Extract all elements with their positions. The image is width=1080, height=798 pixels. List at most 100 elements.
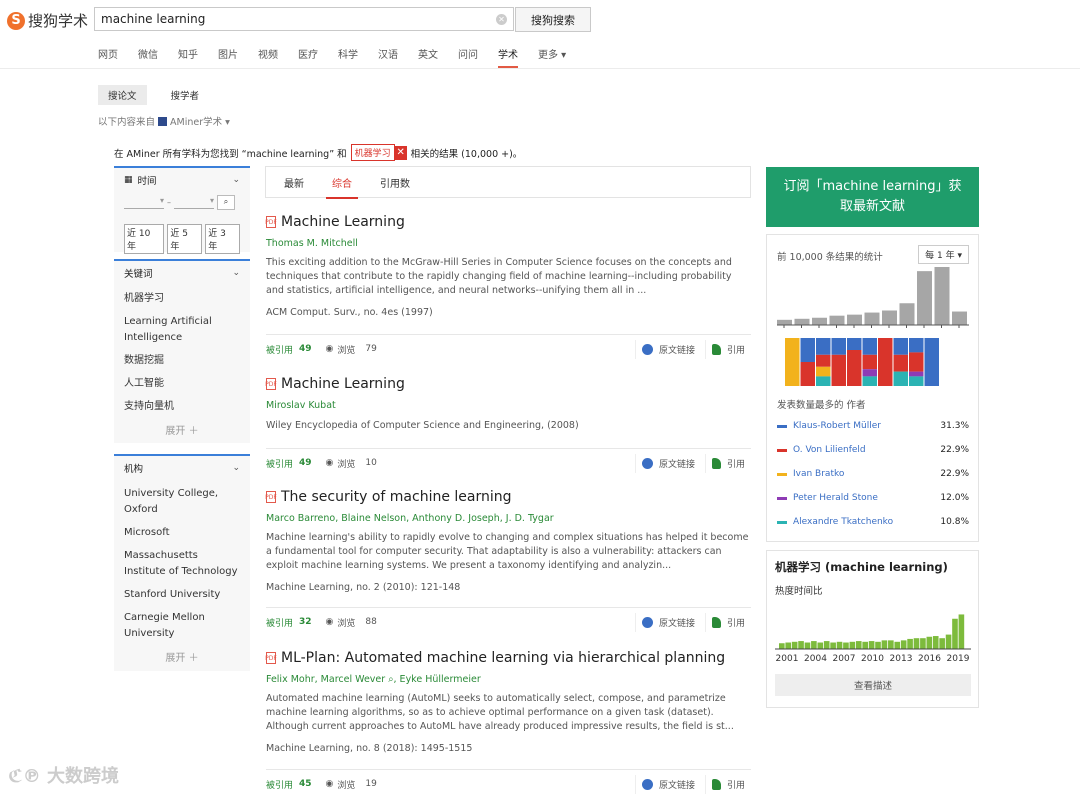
- cite-label: 引用: [726, 345, 745, 356]
- paper-authors[interactable]: Miroslav Kubat: [266, 400, 751, 411]
- author-row[interactable]: Alexandre Tkatchenko 10.8%: [777, 517, 969, 527]
- sort-relevance[interactable]: 综合: [326, 166, 358, 199]
- org-item-4[interactable]: Carnegie Mellon University: [114, 610, 250, 642]
- sort-latest[interactable]: 最新: [284, 166, 304, 198]
- author-row[interactable]: O. Von Lilienfeld 22.9%: [777, 445, 969, 455]
- pdf-icon[interactable]: PDF: [265, 216, 277, 228]
- view-description-button[interactable]: 查看描述: [775, 674, 971, 696]
- end-year-select[interactable]: ▾: [174, 196, 214, 209]
- cited-count[interactable]: 49: [299, 344, 312, 354]
- author-name[interactable]: O. Von Lilienfeld: [793, 445, 940, 455]
- chevron-down-icon[interactable]: ⌄: [232, 463, 240, 473]
- heat-bar: [791, 641, 798, 649]
- paper-authors[interactable]: Thomas M. Mitchell: [266, 238, 751, 249]
- source-link-button[interactable]: 原文链接: [634, 453, 701, 473]
- nav-item-1[interactable]: 微信: [138, 46, 178, 68]
- start-year-select[interactable]: ▾: [124, 196, 164, 209]
- header-divider: [0, 68, 1080, 69]
- logo[interactable]: S 搜狗学术: [7, 10, 88, 31]
- keyword-expand-button[interactable]: 展开 ＋: [114, 422, 250, 437]
- nav-item-8[interactable]: 英文: [418, 46, 458, 68]
- search-input[interactable]: [101, 12, 496, 26]
- cited-count[interactable]: 49: [299, 458, 312, 468]
- heat-bar: [862, 641, 868, 649]
- source-dropdown[interactable]: AMiner学术 ▾: [170, 114, 230, 128]
- nav-item-6[interactable]: 科学: [338, 46, 378, 68]
- org-item-1[interactable]: Microsoft: [114, 525, 250, 541]
- org-item-3[interactable]: Stanford University: [114, 587, 250, 603]
- paper-authors[interactable]: Marco Barreno, Blaine Nelson, Anthony D.…: [266, 513, 751, 524]
- nav-item-10[interactable]: 学术: [498, 46, 538, 68]
- cite-button[interactable]: 引用: [704, 339, 751, 359]
- nav-item-2[interactable]: 知乎: [178, 46, 218, 68]
- cite-button[interactable]: 引用: [704, 774, 751, 794]
- chevron-down-icon[interactable]: ⌄: [232, 268, 240, 278]
- nav-item-4[interactable]: 视频: [258, 46, 298, 68]
- search-button[interactable]: 搜狗搜索: [515, 7, 591, 32]
- author-row[interactable]: Ivan Bratko 22.9%: [777, 469, 969, 479]
- search-box[interactable]: ✕: [94, 7, 514, 31]
- author-name[interactable]: Ivan Bratko: [793, 469, 940, 479]
- paper-title[interactable]: ML-Plan: Automated machine learning via …: [281, 650, 725, 666]
- search-icon[interactable]: ⌕: [217, 194, 235, 210]
- cited-count[interactable]: 32: [299, 617, 312, 627]
- org-item-2[interactable]: Massachusetts Institute of Technology: [114, 548, 250, 580]
- nav-item-9[interactable]: 问问: [458, 46, 498, 68]
- chevron-down-icon[interactable]: ⌄: [232, 175, 240, 185]
- subscribe-button[interactable]: 订阅「machine learning」获取最新文献: [766, 167, 979, 227]
- keyword-item-4[interactable]: 支持向量机: [114, 399, 250, 415]
- author-percent: 12.0%: [940, 493, 969, 503]
- pdf-icon[interactable]: PDF: [265, 378, 277, 390]
- heat-bar: [836, 641, 843, 649]
- pdf-icon[interactable]: PDF: [265, 491, 277, 503]
- keyword-item-0[interactable]: 机器学习: [114, 291, 250, 307]
- cited-label[interactable]: 被引用: [266, 616, 293, 629]
- source-link-button[interactable]: 原文链接: [634, 774, 701, 794]
- author-row[interactable]: Klaus-Robert Müller 31.3%: [777, 421, 969, 431]
- stats-title: 前 10,000 条结果的统计: [777, 252, 883, 263]
- source-link-button[interactable]: 原文链接: [634, 612, 701, 632]
- paper-title[interactable]: Machine Learning: [281, 214, 405, 230]
- tab-search-scholars[interactable]: 搜学者: [161, 85, 210, 105]
- cited-count[interactable]: 45: [299, 779, 312, 789]
- nav-item-11[interactable]: 更多 ▾: [538, 46, 578, 68]
- clear-icon[interactable]: ✕: [496, 13, 507, 25]
- cite-button[interactable]: 引用: [704, 612, 751, 632]
- author-percent: 31.3%: [940, 421, 969, 431]
- filter-3-years[interactable]: 近 3 年: [205, 224, 240, 254]
- nav-item-0[interactable]: 网页: [98, 46, 138, 68]
- heat-bar: [785, 642, 792, 649]
- remove-tag-icon[interactable]: ✕: [394, 145, 407, 160]
- year-interval-select[interactable]: 每 1 年 ▾: [918, 245, 969, 264]
- nav-item-7[interactable]: 汉语: [378, 46, 418, 68]
- source-link-button[interactable]: 原文链接: [634, 339, 701, 359]
- keyword-item-1[interactable]: Learning Artificial Intelligence: [114, 314, 250, 346]
- org-expand-button[interactable]: 展开 ＋: [114, 649, 250, 664]
- paper-authors[interactable]: Felix Mohr, Marcel Wever ⌕, Eyke Hüllerm…: [266, 674, 751, 685]
- view-label: 浏览: [337, 345, 356, 356]
- keyword-item-2[interactable]: 数据挖掘: [114, 353, 250, 369]
- cited-label[interactable]: 被引用: [266, 457, 293, 470]
- cite-button[interactable]: 引用: [704, 453, 751, 473]
- filter-5-years[interactable]: 近 5 年: [167, 224, 203, 254]
- nav-item-5[interactable]: 医疗: [298, 46, 338, 68]
- author-name[interactable]: Alexandre Tkatchenko: [793, 517, 940, 527]
- nav-item-3[interactable]: 图片: [218, 46, 258, 68]
- paper-venue: Machine Learning, no. 8 (2018): 1495-151…: [266, 743, 473, 754]
- tab-search-papers[interactable]: 搜论文: [98, 85, 147, 105]
- cited-label[interactable]: 被引用: [266, 778, 293, 791]
- author-row[interactable]: Peter Herald Stone 12.0%: [777, 493, 969, 503]
- stacked-segment: [862, 354, 877, 370]
- heat-bar: [945, 634, 952, 649]
- author-name[interactable]: Klaus-Robert Müller: [793, 421, 940, 431]
- author-name[interactable]: Peter Herald Stone: [793, 493, 940, 503]
- paper-title[interactable]: Machine Learning: [281, 376, 405, 392]
- filter-10-years[interactable]: 近 10 年: [124, 224, 165, 254]
- cited-label[interactable]: 被引用: [266, 343, 293, 356]
- pdf-icon[interactable]: PDF: [265, 652, 277, 664]
- sort-citations[interactable]: 引用数: [380, 166, 410, 198]
- paper-title[interactable]: The security of machine learning: [281, 489, 512, 505]
- org-item-0[interactable]: University College, Oxford: [114, 486, 250, 518]
- keyword-item-3[interactable]: 人工智能: [114, 376, 250, 392]
- cite-label: 引用: [726, 780, 745, 791]
